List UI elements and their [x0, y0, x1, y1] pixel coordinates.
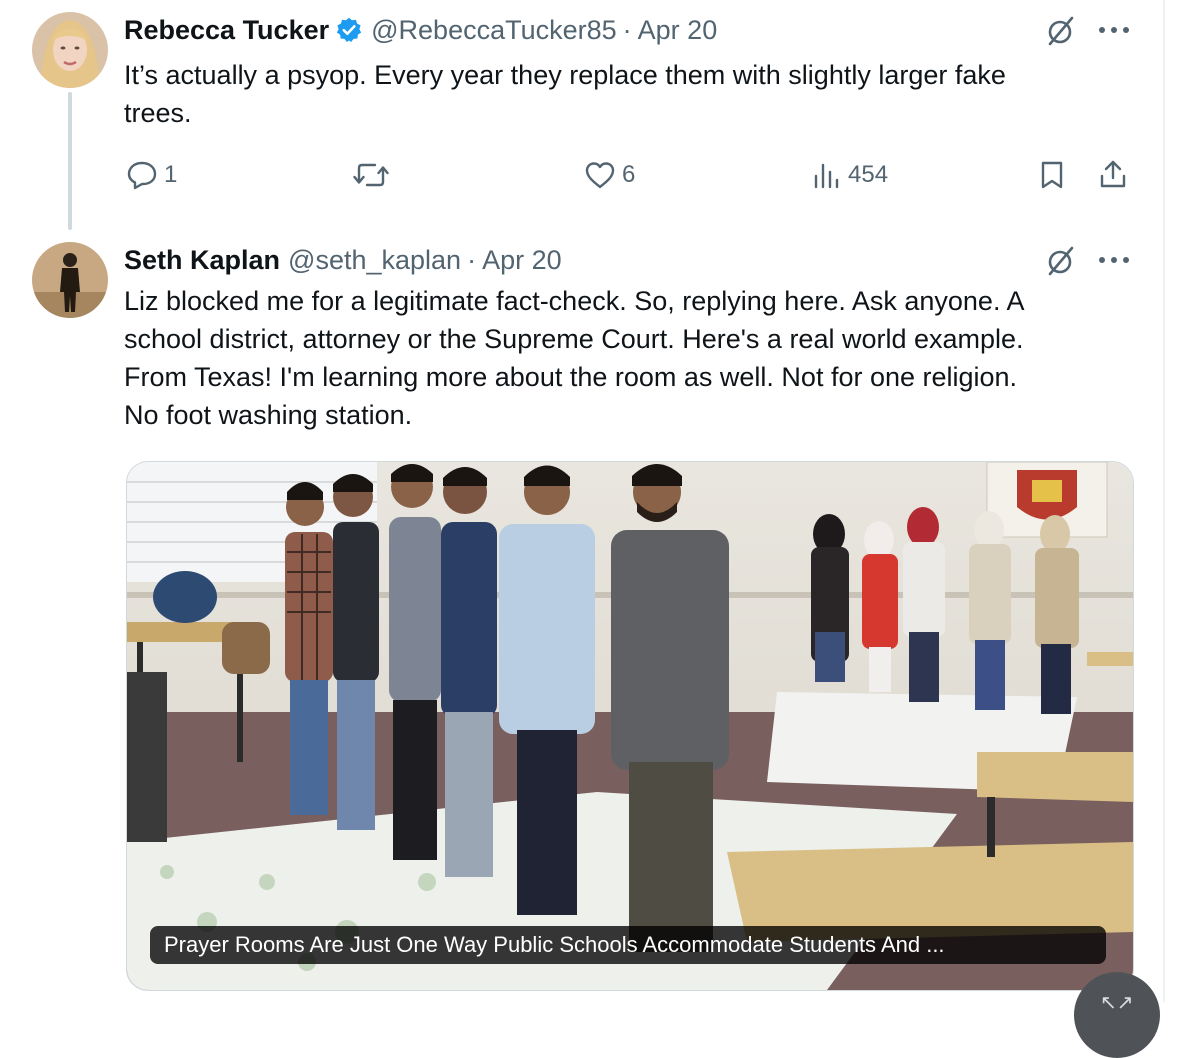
more-icon[interactable]: [1099, 255, 1129, 265]
share-icon: [1098, 158, 1128, 190]
author-name[interactable]: Rebecca Tucker: [124, 14, 329, 46]
tweet-1-header: Rebecca Tucker @RebeccaTucker85 · Apr 20: [124, 14, 717, 46]
tweet-date[interactable]: Apr 20: [482, 244, 562, 276]
author-name[interactable]: Seth Kaplan: [124, 244, 280, 276]
tweet-text-line: Liz blocked me for a legitimate fact-che…: [124, 286, 1025, 316]
more-icon[interactable]: [1099, 25, 1129, 35]
grok-icon[interactable]: [1044, 244, 1078, 278]
tweet-media-image[interactable]: [126, 461, 1134, 991]
tweet-1-text: It’s actually a psyop. Every year they r…: [124, 56, 1006, 132]
tweet-text-line: school district, attorney or the Supreme…: [124, 324, 1024, 354]
reply-count: 1: [164, 161, 178, 188]
expand-icon: ↖↗: [1100, 992, 1134, 1014]
views-button[interactable]: 454: [812, 160, 888, 190]
bookmark-button[interactable]: [1039, 160, 1065, 190]
floating-action-button[interactable]: ↖↗: [1074, 972, 1160, 1058]
tweet-2-text: Liz blocked me for a legitimate fact-che…: [124, 282, 1024, 434]
tweet-text-line: No foot washing station.: [124, 400, 413, 430]
author-handle[interactable]: @RebeccaTucker85: [371, 14, 617, 46]
views-icon: [812, 160, 842, 190]
thread-connector-line: [68, 92, 72, 230]
reply-icon: [126, 160, 158, 190]
reply-button[interactable]: 1: [126, 160, 177, 190]
like-count: 6: [622, 161, 636, 188]
tweet-text-line: trees.: [124, 98, 192, 128]
avatar-seth-kaplan[interactable]: [32, 242, 108, 318]
separator-dot: ·: [467, 245, 477, 275]
verified-badge-icon: [335, 16, 363, 44]
retweet-icon: [353, 160, 389, 190]
tweet-text-line: From Texas! I'm learning more about the …: [124, 362, 1018, 392]
like-button[interactable]: 6: [584, 160, 635, 190]
tweet-text-line: It’s actually a psyop. Every year they r…: [124, 60, 1006, 90]
tweet-2-header: Seth Kaplan @seth_kaplan · Apr 20: [124, 244, 562, 276]
tweet-date[interactable]: Apr 20: [638, 14, 718, 46]
avatar-rebecca-tucker[interactable]: [32, 12, 108, 88]
bookmark-icon: [1039, 160, 1065, 190]
media-caption: Prayer Rooms Are Just One Way Public Sch…: [150, 926, 1106, 964]
author-handle[interactable]: @seth_kaplan: [288, 244, 461, 276]
separator-dot: ·: [622, 15, 632, 45]
grok-icon[interactable]: [1044, 14, 1078, 48]
share-button[interactable]: [1098, 158, 1128, 190]
like-icon: [584, 160, 616, 190]
column-border: [1163, 0, 1165, 1002]
retweet-button[interactable]: [353, 160, 395, 190]
view-count: 454: [848, 161, 889, 188]
